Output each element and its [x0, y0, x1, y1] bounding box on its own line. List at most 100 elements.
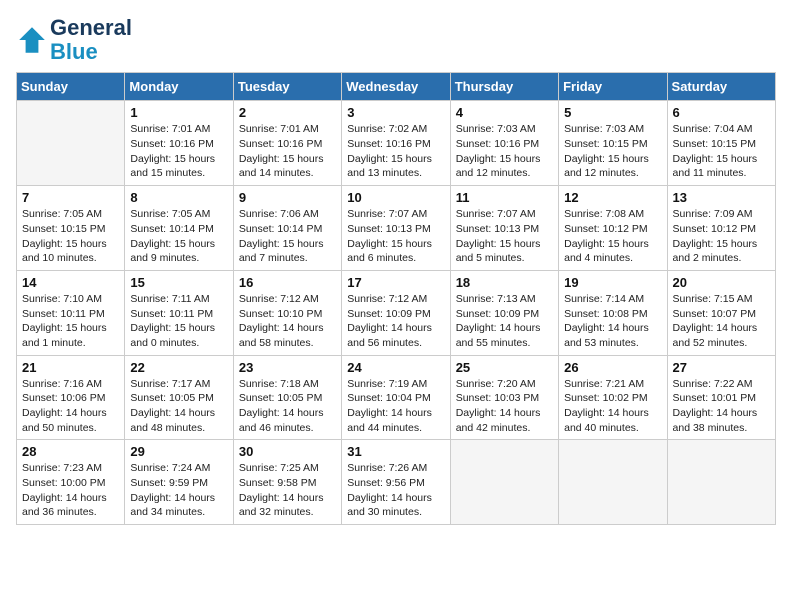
day-info: Sunrise: 7:21 AM Sunset: 10:02 PM Daylig…	[564, 377, 661, 436]
calendar-cell: 30Sunrise: 7:25 AM Sunset: 9:58 PM Dayli…	[233, 440, 341, 525]
calendar-cell	[450, 440, 558, 525]
day-number: 20	[673, 275, 770, 290]
day-info: Sunrise: 7:26 AM Sunset: 9:56 PM Dayligh…	[347, 461, 444, 520]
day-number: 3	[347, 105, 444, 120]
calendar-cell: 15 Sunrise: 7:11 AM Sunset: 10:11 PM Dayl…	[125, 270, 233, 355]
day-number: 14	[22, 275, 119, 290]
day-info: Sunrise: 7:11 AM Sunset: 10:11 PM Daylig…	[130, 292, 227, 351]
weekday-header-row: SundayMondayTuesdayWednesdayThursdayFrid…	[17, 73, 776, 101]
calendar-cell: 2 Sunrise: 7:01 AM Sunset: 10:16 PM Dayli…	[233, 101, 341, 186]
calendar-cell: 7Sunrise: 7:05 AM Sunset: 10:15 PM Dayli…	[17, 186, 125, 271]
calendar-cell	[667, 440, 775, 525]
day-info: Sunrise: 7:03 AM Sunset: 10:16 PM Daylig…	[456, 122, 553, 181]
day-number: 24	[347, 360, 444, 375]
day-info: Sunrise: 7:23 AM Sunset: 10:00 PM Daylig…	[22, 461, 119, 520]
calendar-cell: 13 Sunrise: 7:09 AM Sunset: 10:12 PM Dayl…	[667, 186, 775, 271]
calendar-cell	[17, 101, 125, 186]
calendar-cell: 22Sunrise: 7:17 AM Sunset: 10:05 PM Dayl…	[125, 355, 233, 440]
day-number: 11	[456, 190, 553, 205]
day-info: Sunrise: 7:18 AM Sunset: 10:05 PM Daylig…	[239, 377, 336, 436]
day-number: 7	[22, 190, 119, 205]
logo-text: GeneralBlue	[50, 16, 132, 64]
weekday-thursday: Thursday	[450, 73, 558, 101]
day-info: Sunrise: 7:05 AM Sunset: 10:14 PM Daylig…	[130, 207, 227, 266]
day-info: Sunrise: 7:01 AM Sunset: 10:16 PM Daylig…	[239, 122, 336, 181]
day-number: 13	[673, 190, 770, 205]
day-number: 4	[456, 105, 553, 120]
calendar-cell: 20 Sunrise: 7:15 AM Sunset: 10:07 PM Dayl…	[667, 270, 775, 355]
calendar-cell: 27 Sunrise: 7:22 AM Sunset: 10:01 PM Dayl…	[667, 355, 775, 440]
calendar-cell	[559, 440, 667, 525]
day-info: Sunrise: 7:12 AM Sunset: 10:09 PM Daylig…	[347, 292, 444, 351]
day-number: 19	[564, 275, 661, 290]
day-number: 16	[239, 275, 336, 290]
calendar-cell: 31Sunrise: 7:26 AM Sunset: 9:56 PM Dayli…	[342, 440, 450, 525]
calendar-cell: 1Sunrise: 7:01 AM Sunset: 10:16 PM Dayli…	[125, 101, 233, 186]
calendar-cell: 17Sunrise: 7:12 AM Sunset: 10:09 PM Dayl…	[342, 270, 450, 355]
day-number: 12	[564, 190, 661, 205]
day-number: 25	[456, 360, 553, 375]
calendar-cell: 23 Sunrise: 7:18 AM Sunset: 10:05 PM Dayl…	[233, 355, 341, 440]
calendar-cell: 26 Sunrise: 7:21 AM Sunset: 10:02 PM Dayl…	[559, 355, 667, 440]
day-number: 8	[130, 190, 227, 205]
calendar-cell: 10Sunrise: 7:07 AM Sunset: 10:13 PM Dayl…	[342, 186, 450, 271]
day-info: Sunrise: 7:17 AM Sunset: 10:05 PM Daylig…	[130, 377, 227, 436]
calendar-cell: 6 Sunrise: 7:04 AM Sunset: 10:15 PM Dayli…	[667, 101, 775, 186]
day-info: Sunrise: 7:13 AM Sunset: 10:09 PM Daylig…	[456, 292, 553, 351]
day-info: Sunrise: 7:22 AM Sunset: 10:01 PM Daylig…	[673, 377, 770, 436]
day-number: 26	[564, 360, 661, 375]
day-info: Sunrise: 7:15 AM Sunset: 10:07 PM Daylig…	[673, 292, 770, 351]
day-number: 9	[239, 190, 336, 205]
calendar-cell: 28 Sunrise: 7:23 AM Sunset: 10:00 PM Dayl…	[17, 440, 125, 525]
weekday-wednesday: Wednesday	[342, 73, 450, 101]
calendar-cell: 24 Sunrise: 7:19 AM Sunset: 10:04 PM Dayl…	[342, 355, 450, 440]
calendar-cell: 11Sunrise: 7:07 AM Sunset: 10:13 PM Dayl…	[450, 186, 558, 271]
calendar-cell: 12 Sunrise: 7:08 AM Sunset: 10:12 PM Dayl…	[559, 186, 667, 271]
day-info: Sunrise: 7:12 AM Sunset: 10:10 PM Daylig…	[239, 292, 336, 351]
calendar-week-2: 7Sunrise: 7:05 AM Sunset: 10:15 PM Dayli…	[17, 186, 776, 271]
day-number: 15	[130, 275, 227, 290]
logo: GeneralBlue	[16, 16, 132, 64]
day-info: Sunrise: 7:04 AM Sunset: 10:15 PM Daylig…	[673, 122, 770, 181]
calendar-cell: 19 Sunrise: 7:14 AM Sunset: 10:08 PM Dayl…	[559, 270, 667, 355]
weekday-monday: Monday	[125, 73, 233, 101]
page-header: GeneralBlue	[16, 16, 776, 64]
weekday-sunday: Sunday	[17, 73, 125, 101]
day-info: Sunrise: 7:24 AM Sunset: 9:59 PM Dayligh…	[130, 461, 227, 520]
weekday-friday: Friday	[559, 73, 667, 101]
day-number: 6	[673, 105, 770, 120]
calendar-cell: 29 Sunrise: 7:24 AM Sunset: 9:59 PM Dayli…	[125, 440, 233, 525]
calendar-cell: 4 Sunrise: 7:03 AM Sunset: 10:16 PM Dayli…	[450, 101, 558, 186]
day-info: Sunrise: 7:16 AM Sunset: 10:06 PM Daylig…	[22, 377, 119, 436]
calendar-cell: 8 Sunrise: 7:05 AM Sunset: 10:14 PM Dayli…	[125, 186, 233, 271]
calendar-cell: 3 Sunrise: 7:02 AM Sunset: 10:16 PM Dayli…	[342, 101, 450, 186]
weekday-saturday: Saturday	[667, 73, 775, 101]
calendar-cell: 14Sunrise: 7:10 AM Sunset: 10:11 PM Dayl…	[17, 270, 125, 355]
calendar-cell: 21Sunrise: 7:16 AM Sunset: 10:06 PM Dayl…	[17, 355, 125, 440]
day-number: 18	[456, 275, 553, 290]
day-info: Sunrise: 7:09 AM Sunset: 10:12 PM Daylig…	[673, 207, 770, 266]
day-number: 1	[130, 105, 227, 120]
calendar-week-4: 21Sunrise: 7:16 AM Sunset: 10:06 PM Dayl…	[17, 355, 776, 440]
calendar-body: 1 Sunrise: 7:01 AM Sunset: 10:16 PM Dayli…	[17, 101, 776, 525]
day-info: Sunrise: 7:14 AM Sunset: 10:08 PM Daylig…	[564, 292, 661, 351]
calendar-week-1: 1 Sunrise: 7:01 AM Sunset: 10:16 PM Dayli…	[17, 101, 776, 186]
calendar-table: SundayMondayTuesdayWednesdayThursdayFrid…	[16, 72, 776, 525]
day-number: 28	[22, 444, 119, 459]
day-info: Sunrise: 7:25 AM Sunset: 9:58 PM Dayligh…	[239, 461, 336, 520]
calendar-cell: 9Sunrise: 7:06 AM Sunset: 10:14 PM Dayli…	[233, 186, 341, 271]
day-info: Sunrise: 7:03 AM Sunset: 10:15 PM Daylig…	[564, 122, 661, 181]
day-number: 23	[239, 360, 336, 375]
day-number: 2	[239, 105, 336, 120]
day-info: Sunrise: 7:02 AM Sunset: 10:16 PM Daylig…	[347, 122, 444, 181]
calendar-week-3: 14Sunrise: 7:10 AM Sunset: 10:11 PM Dayl…	[17, 270, 776, 355]
day-info: Sunrise: 7:19 AM Sunset: 10:04 PM Daylig…	[347, 377, 444, 436]
calendar-cell: 25Sunrise: 7:20 AM Sunset: 10:03 PM Dayl…	[450, 355, 558, 440]
day-number: 29	[130, 444, 227, 459]
calendar-cell: 16 Sunrise: 7:12 AM Sunset: 10:10 PM Dayl…	[233, 270, 341, 355]
logo-icon	[16, 24, 48, 56]
day-info: Sunrise: 7:08 AM Sunset: 10:12 PM Daylig…	[564, 207, 661, 266]
day-number: 5	[564, 105, 661, 120]
day-number: 27	[673, 360, 770, 375]
calendar-cell: 5 Sunrise: 7:03 AM Sunset: 10:15 PM Dayli…	[559, 101, 667, 186]
